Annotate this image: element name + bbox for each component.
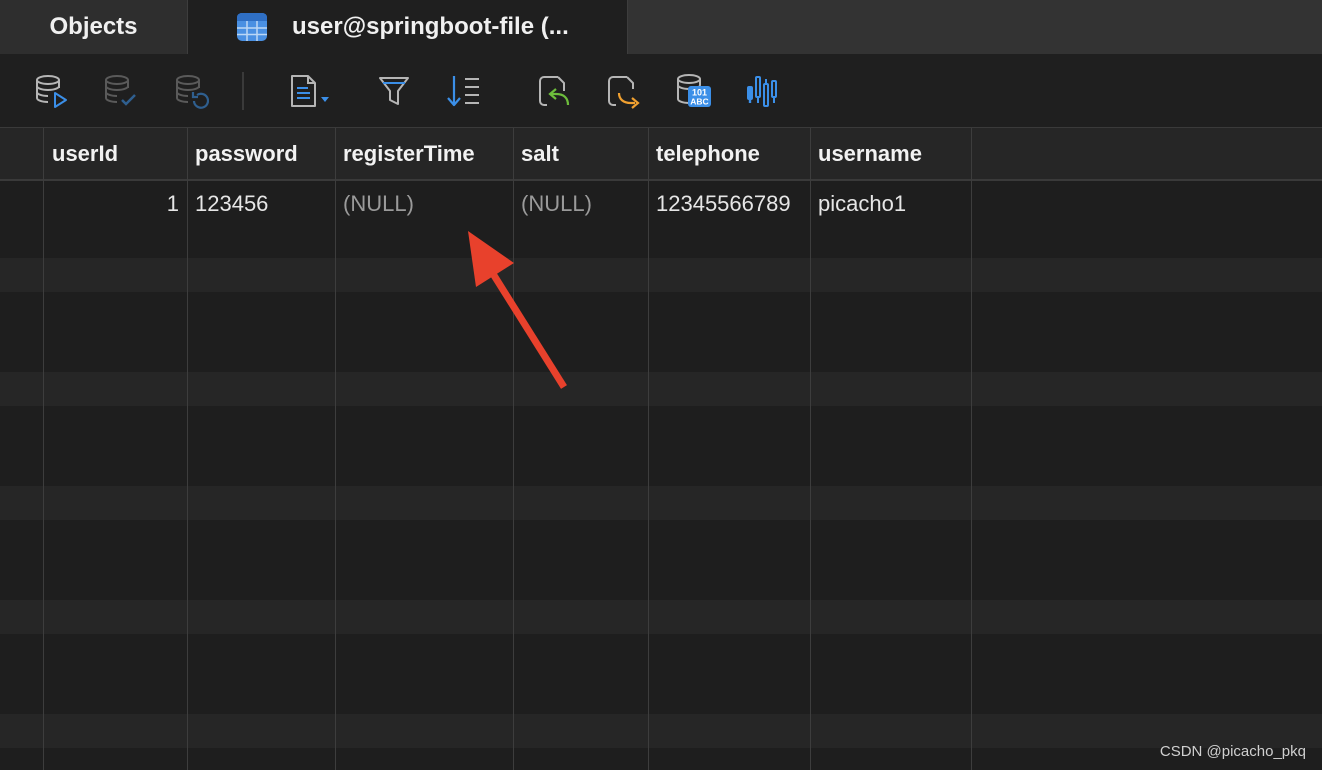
commit-button[interactable]	[101, 72, 139, 110]
export-icon	[608, 76, 640, 109]
grid-stripe	[0, 600, 1322, 634]
cell-userId[interactable]: 1	[44, 181, 187, 226]
sort-button[interactable]	[445, 72, 483, 110]
begin-transaction-button[interactable]	[32, 72, 70, 110]
cell-username[interactable]: picacho1	[810, 181, 971, 226]
chart-icon	[747, 76, 777, 107]
cell-registerTime[interactable]: (NULL)	[335, 181, 513, 226]
sort-icon	[447, 76, 479, 107]
import-icon	[539, 76, 570, 106]
column-header-username[interactable]: username	[810, 128, 971, 179]
column-divider	[810, 128, 811, 770]
svg-text:ABC: ABC	[690, 97, 708, 107]
table-icon	[237, 13, 267, 41]
grid-header: userId password registerTime salt teleph…	[0, 128, 1322, 181]
toolbar: 101 ABC	[0, 54, 1322, 128]
toolbar-separator	[242, 72, 244, 110]
column-header-telephone[interactable]: telephone	[648, 128, 810, 179]
cell-salt[interactable]: (NULL)	[513, 181, 648, 226]
filter-button[interactable]	[375, 72, 413, 110]
grid-stripe	[0, 258, 1322, 292]
import-button[interactable]	[535, 72, 573, 110]
column-header-salt[interactable]: salt	[513, 128, 648, 179]
export-button[interactable]	[604, 72, 642, 110]
data-type-101-abc-icon: 101 ABC	[677, 74, 711, 107]
filter-icon	[379, 77, 409, 105]
column-divider	[335, 128, 336, 770]
annotation-arrow	[468, 231, 567, 389]
tab-user-table[interactable]: user@springboot-file (...	[188, 0, 628, 54]
cell-telephone[interactable]: 12345566789	[648, 181, 810, 226]
column-header-userId[interactable]: userId	[44, 128, 187, 179]
table-row[interactable]: 1 123456 (NULL) (NULL) 12345566789 picac…	[0, 181, 1322, 226]
data-grid: userId password registerTime salt teleph…	[0, 128, 1322, 770]
column-divider	[43, 128, 44, 770]
text-view-dropdown-icon	[291, 75, 329, 107]
watermark: CSDN @picacho_pkq	[1159, 743, 1306, 760]
tab-user-table-label: user@springboot-file (...	[292, 13, 569, 40]
tab-bar-empty-area	[628, 0, 1322, 54]
grid-stripe	[0, 372, 1322, 406]
column-divider	[187, 128, 188, 770]
db-commit-icon	[105, 75, 136, 106]
grid-stripe	[0, 714, 1322, 748]
column-divider	[648, 128, 649, 770]
db-begin-transaction-icon	[36, 75, 67, 108]
grid-stripe	[0, 486, 1322, 520]
column-divider	[971, 128, 972, 770]
column-header-registerTime[interactable]: registerTime	[335, 128, 513, 179]
cell-password[interactable]: 123456	[187, 181, 335, 226]
chart-button[interactable]	[745, 72, 783, 110]
column-header-password[interactable]: password	[187, 128, 335, 179]
tab-bar: Objects user@springboot-file (...	[0, 0, 1322, 54]
tab-objects[interactable]: Objects	[0, 0, 188, 54]
rollback-button[interactable]	[172, 72, 210, 110]
db-rollback-icon	[176, 75, 209, 109]
data-type-button[interactable]: 101 ABC	[675, 72, 713, 110]
text-view-dropdown-button[interactable]	[288, 72, 334, 110]
tab-objects-label: Objects	[49, 13, 138, 40]
